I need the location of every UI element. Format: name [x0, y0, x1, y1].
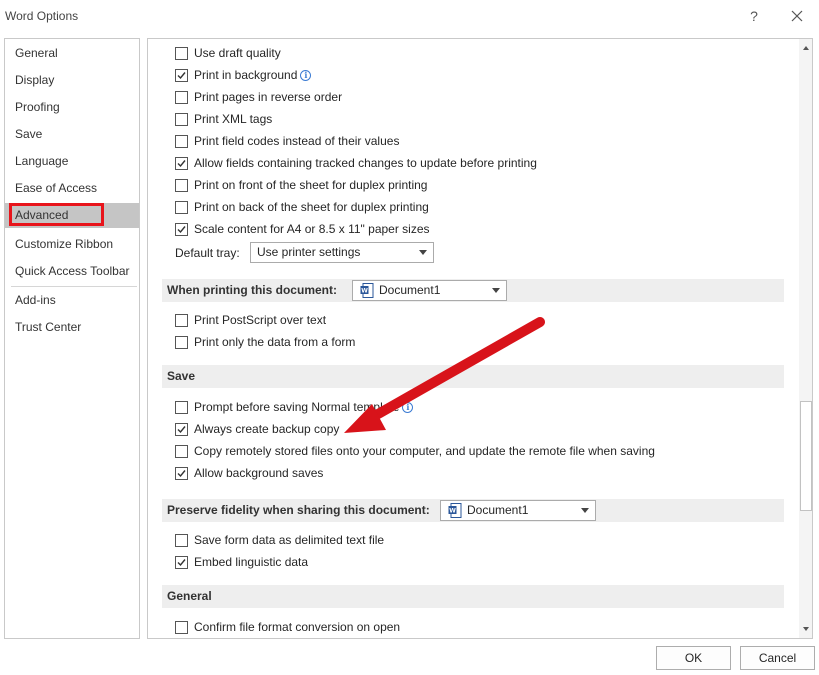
option-label: Allow background saves — [194, 466, 324, 480]
option-label: Print on back of the sheet for duplex pr… — [194, 200, 429, 214]
sidebar-item-trust-center[interactable]: Trust Center — [5, 315, 139, 340]
svg-text:W: W — [449, 508, 456, 515]
sidebar-item-general[interactable]: General — [5, 41, 139, 66]
option-label: Print on front of the sheet for duplex p… — [194, 178, 428, 192]
sidebar: General Display Proofing Save Language E… — [4, 38, 140, 639]
checkbox-checked[interactable] — [175, 69, 188, 82]
dropdown-value: Document1 — [467, 503, 529, 517]
svg-text:W: W — [361, 288, 368, 295]
checkbox[interactable] — [175, 135, 188, 148]
word-document-icon: W — [360, 283, 374, 298]
option-label: Prompt before saving Normal template — [194, 400, 400, 414]
checkbox-checked[interactable] — [175, 223, 188, 236]
option-label: Print XML tags — [194, 112, 273, 126]
checkbox-checked[interactable] — [175, 423, 188, 436]
sidebar-item-display[interactable]: Display — [5, 68, 139, 93]
option-label: Allow fields containing tracked changes … — [194, 156, 537, 170]
checkbox-checked[interactable] — [175, 467, 188, 480]
chevron-down-icon — [581, 508, 589, 513]
scrollbar-thumb[interactable] — [800, 401, 812, 511]
section-title: Save — [167, 369, 196, 383]
dropdown-value: Document1 — [379, 283, 441, 297]
sidebar-item-ease-of-access[interactable]: Ease of Access — [5, 176, 139, 201]
checkbox[interactable] — [175, 47, 188, 60]
sidebar-divider — [11, 286, 137, 287]
checkbox[interactable] — [175, 401, 188, 414]
help-button[interactable]: ? — [744, 6, 764, 26]
option-label: Copy remotely stored files onto your com… — [194, 444, 655, 458]
advanced-options-panel: Use draft quality Print in background i P… — [147, 38, 813, 639]
checkbox-checked[interactable] — [175, 556, 188, 569]
section-title: General — [167, 589, 212, 603]
cancel-button[interactable]: Cancel — [740, 646, 815, 670]
default-tray-label: Default tray: — [175, 246, 240, 260]
option-label: Always create backup copy — [194, 422, 340, 436]
vertical-scrollbar[interactable] — [799, 39, 813, 638]
close-icon — [791, 10, 803, 22]
checkbox[interactable] — [175, 445, 188, 458]
checkbox[interactable] — [175, 314, 188, 327]
checkbox[interactable] — [175, 201, 188, 214]
scroll-up-arrow-icon[interactable] — [799, 41, 813, 55]
dropdown-value: Use printer settings — [257, 245, 361, 259]
when-printing-document-dropdown[interactable]: W Document1 — [352, 280, 507, 301]
option-label: Print only the data from a form — [194, 335, 356, 349]
sidebar-item-proofing[interactable]: Proofing — [5, 95, 139, 120]
checkbox[interactable] — [175, 113, 188, 126]
option-label: Use draft quality — [194, 46, 281, 60]
preserve-fidelity-document-dropdown[interactable]: W Document1 — [440, 500, 596, 521]
option-label: Print PostScript over text — [194, 313, 327, 327]
section-title: When printing this document: — [167, 283, 337, 297]
chevron-down-icon — [419, 250, 427, 255]
ok-button[interactable]: OK — [656, 646, 731, 670]
checkbox[interactable] — [175, 534, 188, 547]
section-general: General — [162, 585, 784, 608]
checkbox[interactable] — [175, 91, 188, 104]
sidebar-item-add-ins[interactable]: Add-ins — [5, 288, 139, 313]
sidebar-item-quick-access-toolbar[interactable]: Quick Access Toolbar — [5, 259, 139, 284]
checkbox-checked[interactable] — [175, 157, 188, 170]
section-save: Save — [162, 365, 784, 388]
sidebar-item-customize-ribbon[interactable]: Customize Ribbon — [5, 232, 139, 257]
info-icon: i — [402, 402, 414, 413]
title-bar: Word Options ? — [0, 0, 819, 32]
option-label: Print field codes instead of their value… — [194, 134, 400, 148]
info-icon: i — [300, 70, 312, 81]
option-label: Save form data as delimited text file — [194, 533, 385, 547]
option-label: Embed linguistic data — [194, 555, 309, 569]
option-label: Scale content for A4 or 8.5 x 11" paper … — [194, 222, 430, 236]
word-document-icon: W — [448, 503, 462, 518]
close-button[interactable] — [786, 5, 808, 27]
section-title: Preserve fidelity when sharing this docu… — [167, 503, 430, 517]
option-label: Print pages in reverse order — [194, 90, 343, 104]
checkbox[interactable] — [175, 336, 188, 349]
default-tray-dropdown[interactable]: Use printer settings — [250, 242, 434, 263]
chevron-down-icon — [492, 288, 500, 293]
sidebar-item-language[interactable]: Language — [5, 149, 139, 174]
checkbox[interactable] — [175, 621, 188, 634]
window-title: Word Options — [5, 9, 79, 23]
scroll-down-arrow-icon[interactable] — [799, 622, 813, 636]
option-label: Print in background — [194, 68, 298, 82]
advanced-highlight-box — [9, 203, 104, 226]
checkbox[interactable] — [175, 179, 188, 192]
sidebar-item-save[interactable]: Save — [5, 122, 139, 147]
option-label: Confirm file format conversion on open — [194, 620, 401, 634]
